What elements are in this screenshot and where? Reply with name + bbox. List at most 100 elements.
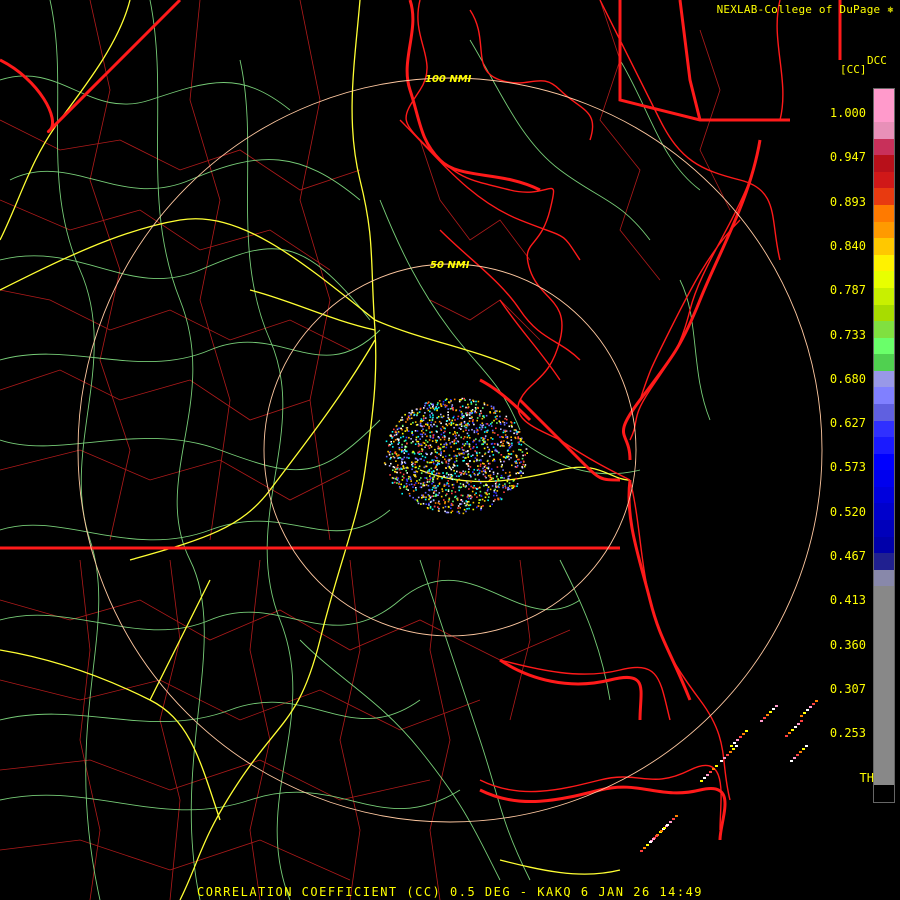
echo-pixel: [418, 479, 421, 481]
echo-pixel: [436, 403, 439, 406]
echo-pixel: [439, 447, 442, 450]
echo-pixel: [478, 502, 480, 504]
echo-pixel: [458, 399, 461, 401]
echo-pixel: [406, 419, 409, 421]
echo-pixel: [715, 765, 718, 767]
echo-pixel: [498, 479, 500, 482]
echo-pixel: [494, 416, 497, 418]
echo-pixel: [475, 460, 478, 462]
echo-pixel: [392, 466, 395, 468]
echo-pixel: [440, 413, 442, 416]
color-scale-segment: [874, 387, 894, 404]
echo-pixel: [413, 474, 415, 476]
echo-pixel: [395, 476, 398, 479]
echo-pixel: [509, 488, 512, 491]
echo-pixel: [438, 400, 441, 402]
echo-pixel: [468, 507, 470, 510]
color-scale-segment: [874, 768, 894, 786]
color-scale-segment: [874, 785, 894, 802]
echo-pixel: [462, 452, 465, 454]
echo-pixel: [507, 487, 509, 489]
echo-pixel: [465, 500, 468, 502]
echo-pixel: [417, 440, 420, 443]
echo-pixel: [438, 483, 441, 485]
echo-pixel: [412, 496, 414, 499]
echo-pixel: [709, 771, 712, 773]
echo-pixel: [510, 453, 513, 455]
echo-pixel: [415, 487, 417, 489]
echo-pixel: [467, 403, 469, 406]
echo-pixel: [490, 478, 493, 481]
echo-pixel: [413, 413, 416, 416]
echo-pixel: [472, 501, 475, 504]
echo-pixel: [460, 503, 463, 505]
echo-pixel: [411, 463, 413, 466]
echo-pixel: [506, 456, 509, 459]
echo-pixel: [479, 486, 481, 489]
echo-pixel: [458, 434, 460, 437]
echo-pixel: [437, 406, 440, 409]
echo-pixel: [411, 411, 414, 414]
echo-pixel: [430, 477, 432, 479]
echo-pixel: [465, 473, 468, 475]
echo-pixel: [507, 449, 509, 452]
echo-pixel: [408, 414, 411, 417]
echo-pixel: [723, 757, 726, 759]
echo-pixel: [429, 475, 431, 477]
echo-pixel: [503, 456, 506, 459]
echo-pixel: [442, 403, 445, 406]
echo-pixel: [483, 484, 485, 487]
echo-pixel: [465, 510, 467, 513]
echo-pixel: [489, 411, 491, 413]
echo-pixel: [467, 456, 469, 458]
echo-pixel: [455, 423, 457, 426]
echo-pixel: [417, 502, 420, 505]
color-scale-segment: [874, 536, 894, 554]
echo-pixel: [464, 399, 466, 401]
echo-pixel: [456, 470, 458, 473]
echo-pixel: [476, 454, 478, 457]
echo-pixel: [503, 445, 505, 447]
color-scale-segment: [874, 685, 894, 703]
echo-pixel: [494, 488, 496, 491]
echo-pixel: [423, 466, 426, 468]
echo-pixel: [395, 460, 397, 462]
echo-pixel: [469, 448, 472, 450]
echo-pixel: [453, 469, 455, 472]
echo-pixel: [398, 454, 400, 456]
echo-pixel: [463, 420, 466, 423]
echo-pixel: [400, 483, 402, 486]
echo-pixel: [460, 417, 462, 419]
echo-pixel: [426, 441, 429, 443]
echo-pixel: [472, 487, 475, 489]
echo-pixel: [447, 411, 449, 413]
radar-map[interactable]: 50 NMI 100 NMI: [0, 0, 900, 900]
echo-pixel: [441, 436, 444, 439]
echo-pixel: [483, 431, 486, 433]
echo-pixel: [444, 435, 446, 438]
echo-pixel: [513, 432, 515, 435]
echo-pixel: [431, 495, 434, 498]
color-scale-tick: 0.520: [829, 504, 866, 519]
echo-pixel: [481, 422, 484, 425]
echo-pixel: [445, 398, 448, 400]
echo-pixel: [422, 419, 425, 422]
echo-pixel: [703, 777, 706, 779]
echo-pixel: [451, 484, 454, 486]
echo-pixel: [475, 427, 478, 430]
echo-pixel: [431, 482, 433, 485]
echo-pixel: [492, 431, 494, 434]
echo-pixel: [467, 500, 470, 503]
echo-pixel: [435, 494, 437, 497]
echo-pixel: [495, 481, 498, 483]
color-scale-segment: [874, 752, 894, 769]
echo-pixel: [449, 408, 452, 410]
echo-pixel: [447, 414, 449, 416]
echo-pixel: [415, 424, 418, 426]
echo-pixel: [643, 847, 646, 849]
echo-pixel: [459, 406, 462, 408]
echo-pixel: [478, 426, 481, 429]
echo-pixel: [393, 434, 396, 437]
echo-pixel: [455, 478, 457, 481]
echo-pixel: [391, 431, 394, 433]
